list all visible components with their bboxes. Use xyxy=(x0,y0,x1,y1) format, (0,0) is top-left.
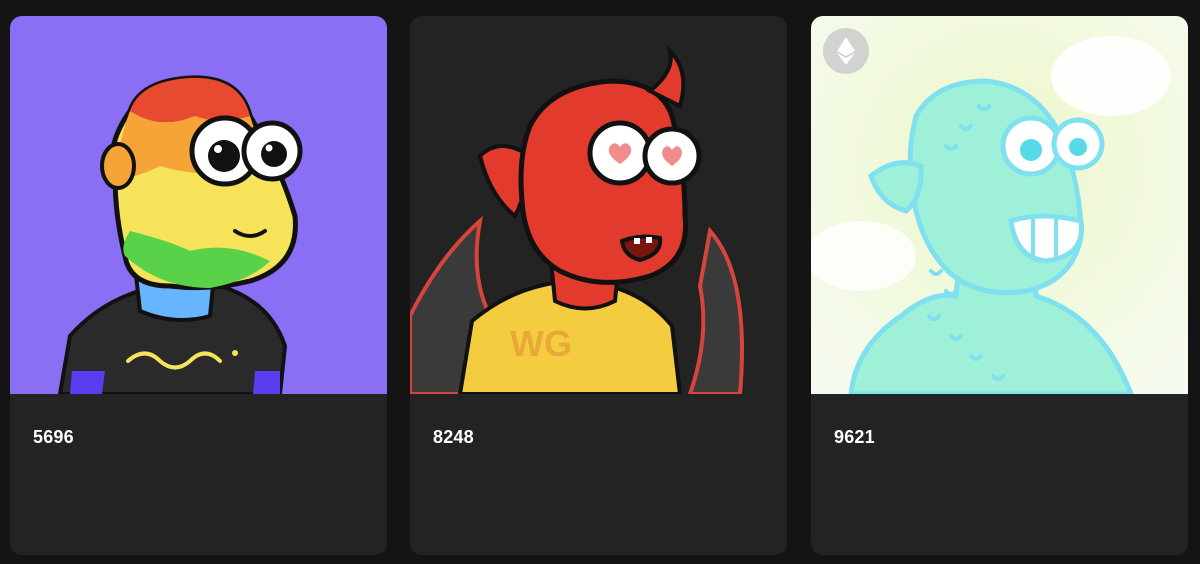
ethereum-chain-badge xyxy=(823,28,869,74)
nft-card-9621[interactable]: 9621 xyxy=(811,16,1188,555)
shirt-lettering: WG xyxy=(510,323,572,364)
nft-image[interactable] xyxy=(811,16,1188,394)
glowing-ape-artwork xyxy=(811,16,1188,394)
nft-grid: 5696 WG 8248 9621 xyxy=(0,0,1200,564)
nft-card-footer: 9621 xyxy=(811,394,1188,555)
nft-card-8248[interactable]: WG 8248 xyxy=(410,16,787,555)
token-id: 9621 xyxy=(834,427,875,447)
token-id: 5696 xyxy=(33,427,74,447)
rainbow-ape-artwork xyxy=(10,16,387,394)
nft-card-5696[interactable]: 5696 xyxy=(10,16,387,555)
token-id: 8248 xyxy=(433,427,474,447)
nft-image[interactable]: WG xyxy=(410,16,787,394)
ethereum-icon xyxy=(837,37,855,65)
nft-image[interactable] xyxy=(10,16,387,394)
devil-ape-artwork: WG xyxy=(410,16,787,394)
nft-card-footer: 8248 xyxy=(410,394,787,555)
nft-card-footer: 5696 xyxy=(10,394,387,555)
